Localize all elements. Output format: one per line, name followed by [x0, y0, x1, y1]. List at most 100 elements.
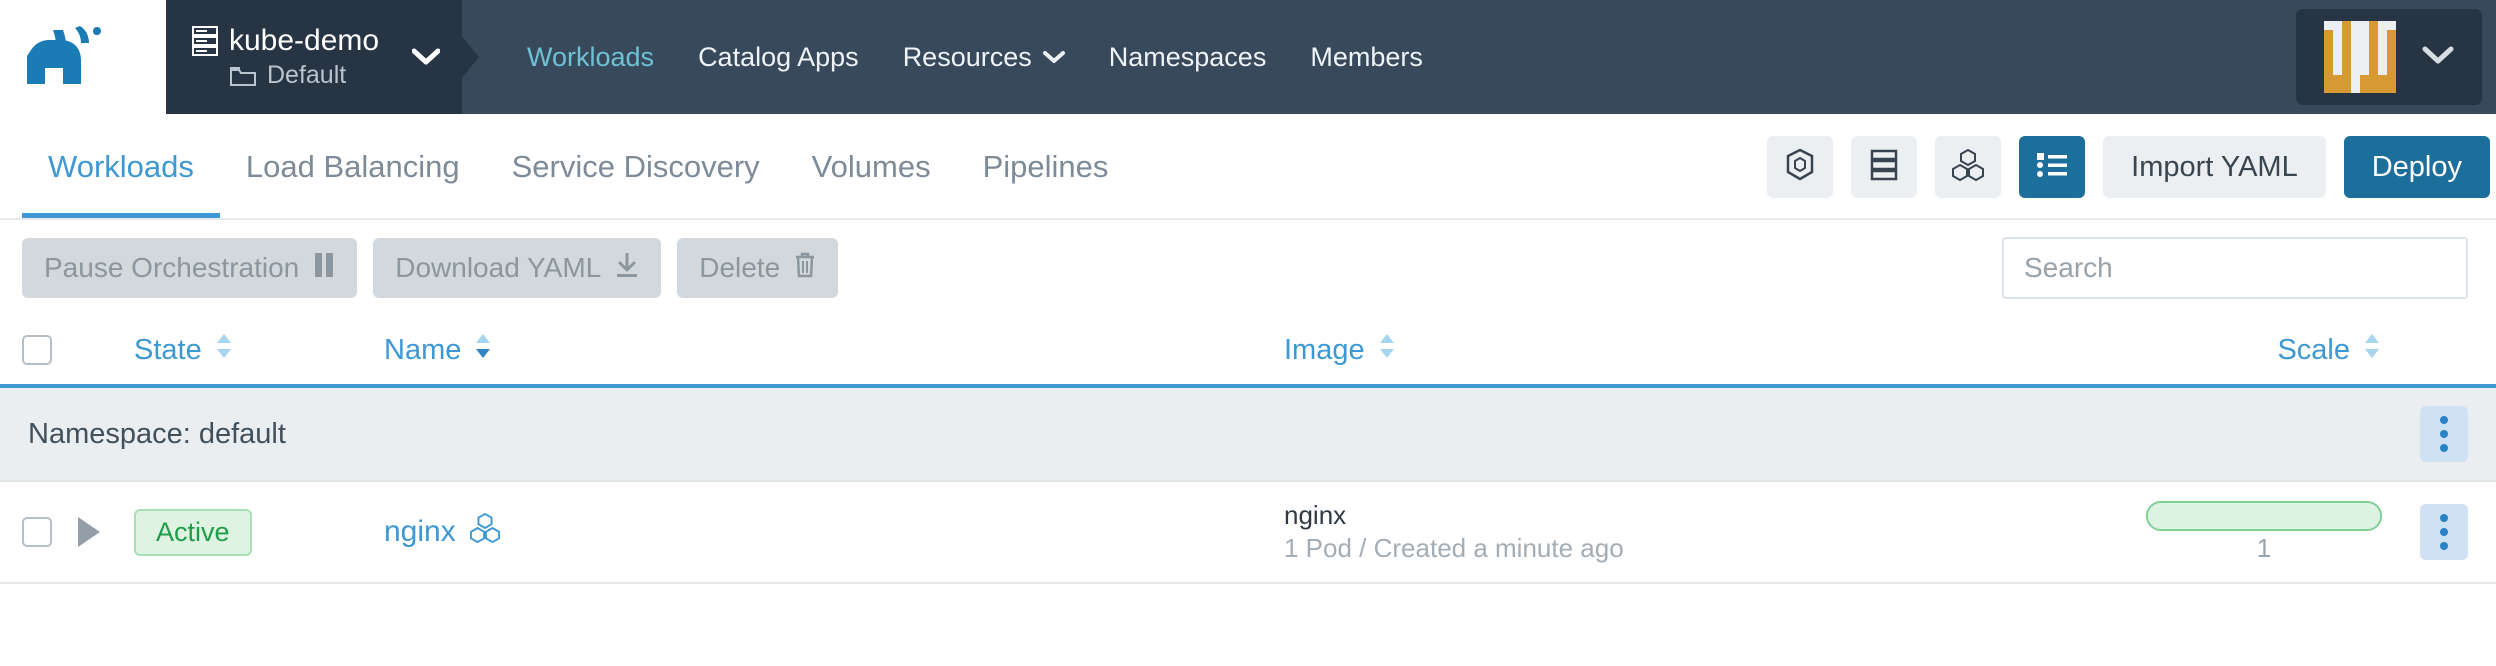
cluster-name-line: kube-demo: [192, 24, 396, 58]
tab-list: Workloads Load Balancing Service Discove…: [22, 114, 1134, 220]
top-navigation-bar: ® kube-demo Default Workloads Catalog Ap…: [0, 0, 2496, 114]
tab-workloads[interactable]: Workloads: [22, 114, 220, 220]
primary-nav-items: Workloads Catalog Apps Resources Namespa…: [479, 0, 2296, 114]
row-image-cell: nginx 1 Pod / Created a minute ago: [1284, 499, 2082, 565]
row-select-checkbox[interactable]: [22, 517, 52, 547]
workload-name-link[interactable]: nginx: [384, 512, 500, 551]
cluster-cubes-icon-button[interactable]: [1935, 136, 2002, 198]
cluster-name: kube-demo: [229, 24, 380, 57]
cluster-project-picker[interactable]: kube-demo Default: [166, 0, 462, 114]
column-header-scale[interactable]: Scale: [2082, 331, 2382, 369]
chevron-down-icon: [1042, 50, 1065, 64]
pause-icon: [313, 252, 335, 285]
tab-label: Workloads: [48, 149, 194, 184]
node-stack-icon-button[interactable]: [1851, 136, 1918, 198]
scale-bar-track: [2146, 501, 2382, 531]
nav-item-label: Workloads: [527, 41, 655, 72]
node-stack-icon: [1870, 149, 1898, 186]
column-header-image[interactable]: Image: [1284, 331, 2082, 369]
list-view-icon: [2036, 151, 2068, 184]
sort-caret-icon: [473, 331, 493, 369]
tab-label: Load Balancing: [245, 149, 460, 184]
sort-caret-icon: [214, 331, 234, 369]
project-name: Default: [267, 61, 347, 89]
image-name: nginx: [1284, 500, 1347, 530]
pod-cube-icon-button[interactable]: [1767, 136, 1834, 198]
tabbar-divider: [0, 218, 2496, 220]
table-row[interactable]: Active nginx nginx 1 Pod / Created a min…: [0, 482, 2496, 584]
download-yaml-label: Download YAML: [395, 252, 602, 283]
image-subtitle: 1 Pod / Created a minute ago: [1284, 533, 1624, 563]
workload-name-label: nginx: [384, 515, 456, 548]
row-menu-cell: [2382, 504, 2468, 560]
workloads-table: State Name Image Scale Namespace: defaul…: [0, 316, 2496, 584]
folder-icon: [230, 65, 256, 87]
scale-value: 1: [2256, 533, 2272, 563]
nav-item-label: Resources: [902, 41, 1032, 72]
deploy-label: Deploy: [2371, 150, 2462, 183]
nav-item-label: Namespaces: [1108, 41, 1267, 72]
select-all-checkbox[interactable]: [22, 335, 52, 365]
user-menu[interactable]: [2296, 9, 2482, 105]
server-icon: [192, 26, 218, 56]
tab-label: Volumes: [811, 149, 931, 184]
chevron-down-icon[interactable]: [2422, 45, 2454, 70]
column-header-state[interactable]: State: [134, 331, 384, 369]
pause-orchestration-label: Pause Orchestration: [44, 252, 300, 283]
expand-triangle-icon[interactable]: [78, 517, 100, 547]
tab-volumes[interactable]: Volumes: [786, 114, 957, 220]
nav-item-catalog-apps[interactable]: Catalog Apps: [676, 0, 881, 114]
column-header-label: Name: [384, 333, 462, 366]
row-expander-cell: [78, 517, 134, 547]
select-all-cell: [22, 335, 78, 365]
nav-item-label: Members: [1310, 41, 1423, 72]
row-name-cell: nginx: [384, 512, 1284, 551]
column-header-label: State: [134, 333, 202, 366]
namespace-group-row: Namespace: default: [0, 388, 2496, 482]
scale-bar-fill: [2148, 503, 2380, 529]
nav-item-label: Catalog Apps: [698, 41, 859, 72]
kebab-dot: [2440, 416, 2448, 424]
rancher-logo[interactable]: ®: [0, 0, 166, 114]
deploy-button[interactable]: Deploy: [2343, 136, 2490, 198]
nav-item-resources[interactable]: Resources: [881, 0, 1087, 114]
kebab-dot: [2440, 444, 2448, 452]
download-yaml-button[interactable]: Download YAML: [373, 238, 662, 298]
row-kebab-menu-icon[interactable]: [2420, 504, 2468, 560]
tab-label: Pipelines: [982, 149, 1109, 184]
download-icon: [615, 252, 639, 285]
import-yaml-label: Import YAML: [2131, 150, 2298, 183]
tab-pipelines[interactable]: Pipelines: [957, 114, 1135, 220]
column-header-label: Scale: [2277, 333, 2350, 366]
row-select-cell: [22, 517, 78, 547]
svg-text:®: ®: [93, 27, 100, 37]
column-header-name[interactable]: Name: [384, 331, 1284, 369]
import-yaml-button[interactable]: Import YAML: [2103, 136, 2326, 198]
delete-button[interactable]: Delete: [677, 238, 839, 298]
trash-icon: [794, 252, 816, 285]
tab-service-discovery[interactable]: Service Discovery: [486, 114, 786, 220]
nav-item-namespaces[interactable]: Namespaces: [1087, 0, 1289, 114]
namespace-group-label: Namespace: default: [28, 417, 286, 450]
user-identicon-avatar: [2324, 21, 2396, 93]
workload-cubes-icon: [469, 512, 500, 551]
workload-tabbar: Workloads Load Balancing Service Discove…: [0, 114, 2496, 220]
search-box[interactable]: [2002, 237, 2468, 299]
row-state-cell: Active: [134, 508, 384, 556]
pause-orchestration-button[interactable]: Pause Orchestration: [22, 238, 358, 298]
chevron-down-icon[interactable]: [412, 48, 440, 66]
tabbar-actions: Import YAML Deploy: [1767, 136, 2490, 198]
scale-meter[interactable]: 1: [2146, 501, 2382, 563]
delete-label: Delete: [699, 252, 781, 283]
nav-item-workloads[interactable]: Workloads: [505, 0, 676, 114]
tab-label: Service Discovery: [511, 149, 760, 184]
kebab-dot: [2440, 514, 2448, 522]
tab-load-balancing[interactable]: Load Balancing: [220, 114, 486, 220]
picker-notch: [461, 35, 479, 79]
sort-caret-icon: [2362, 331, 2382, 369]
list-view-icon-button[interactable]: [2019, 136, 2086, 198]
sort-caret-icon: [1377, 331, 1397, 369]
namespace-kebab-menu-icon[interactable]: [2420, 406, 2468, 462]
nav-item-members[interactable]: Members: [1288, 0, 1445, 114]
search-input[interactable]: [2022, 251, 2448, 285]
